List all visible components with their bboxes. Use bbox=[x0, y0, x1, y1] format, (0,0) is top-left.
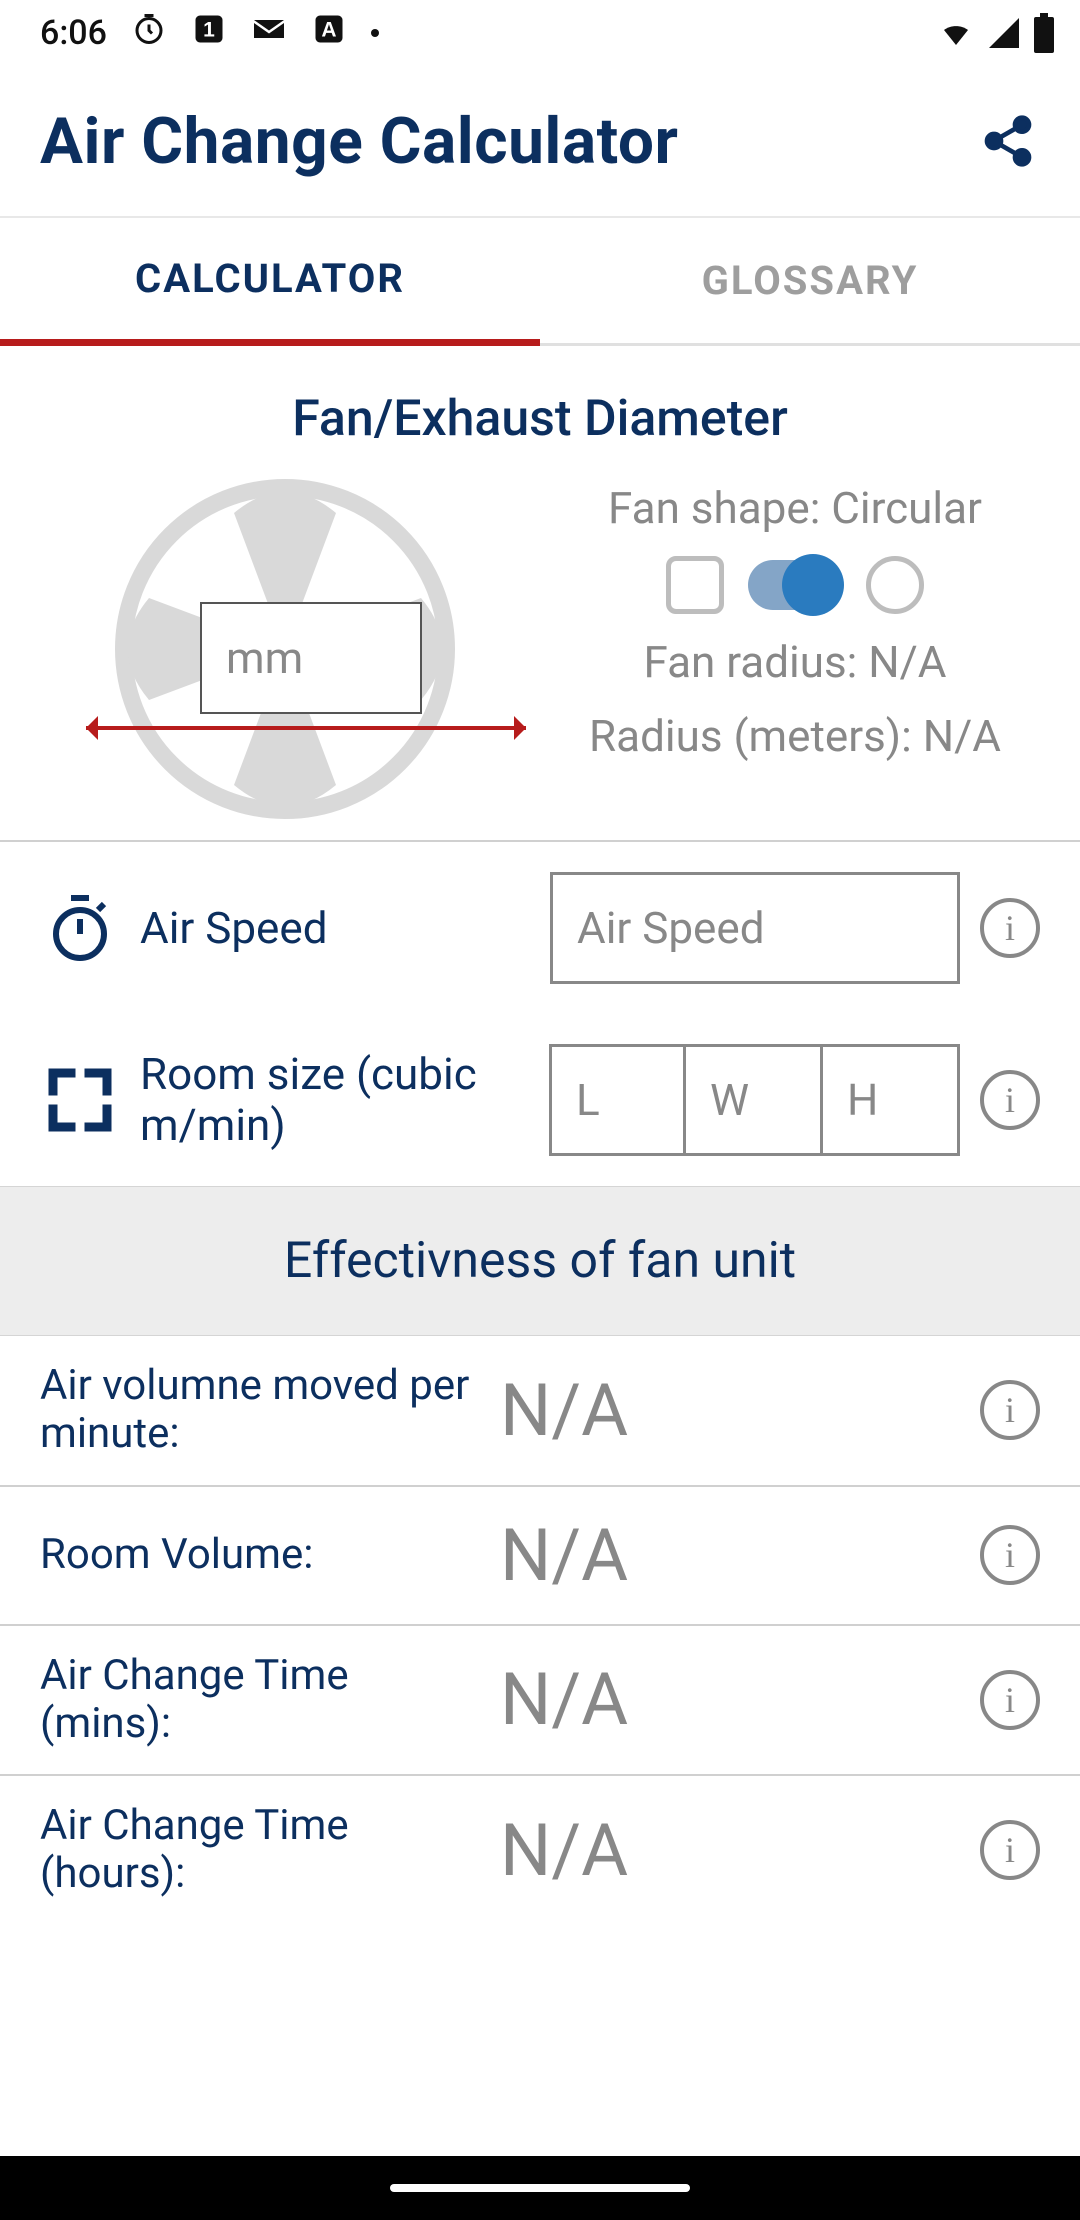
app2-icon: A bbox=[311, 11, 347, 56]
placeholder-L: L bbox=[576, 1074, 600, 1126]
share-button[interactable] bbox=[976, 109, 1040, 173]
room-size-inputs: L W H bbox=[549, 1044, 960, 1156]
change-mins-info-button[interactable]: i bbox=[980, 1670, 1040, 1730]
air-volume-info-button[interactable]: i bbox=[980, 1380, 1040, 1440]
result-value: N/A bbox=[500, 1513, 960, 1598]
fan-shape-switch[interactable] bbox=[748, 560, 842, 610]
mail-icon bbox=[251, 11, 287, 56]
room-height-input[interactable]: H bbox=[823, 1044, 960, 1156]
air-speed-placeholder: Air Speed bbox=[577, 902, 765, 954]
status-time: 6:06 bbox=[40, 13, 107, 53]
result-air-volume: Air volumne moved per minute: N/A i bbox=[0, 1336, 1080, 1487]
result-label: Air Change Time (hours): bbox=[40, 1802, 480, 1899]
results-section-title: Effectivness of fan unit bbox=[0, 1186, 1080, 1336]
page-title: Air Change Calculator bbox=[40, 104, 678, 179]
result-label: Air volumne moved per minute: bbox=[40, 1362, 480, 1459]
result-value: N/A bbox=[500, 1657, 960, 1742]
fan-radius-label: Fan radius: N/A bbox=[643, 636, 946, 688]
status-right bbox=[936, 13, 1056, 53]
result-label: Air Change Time (mins): bbox=[40, 1652, 480, 1749]
app-bar: Air Change Calculator bbox=[0, 66, 1080, 218]
fan-radius-meters-label: Radius (meters): N/A bbox=[589, 710, 1001, 762]
circle-shape-icon[interactable] bbox=[866, 556, 924, 614]
signal-icon bbox=[986, 15, 1022, 51]
status-bar: 6:06 1 A bbox=[0, 0, 1080, 66]
tab-bar: CALCULATOR GLOSSARY bbox=[0, 218, 1080, 346]
result-room-volume: Room Volume: N/A i bbox=[0, 1487, 1080, 1626]
status-left: 6:06 1 A bbox=[40, 11, 379, 56]
info-icon: i bbox=[1005, 907, 1015, 949]
air-speed-row: Air Speed Air Speed i bbox=[0, 842, 1080, 1014]
info-icon: i bbox=[1005, 1534, 1015, 1576]
placeholder-W: W bbox=[710, 1074, 749, 1126]
clock-icon bbox=[131, 11, 167, 56]
dot-icon bbox=[371, 29, 379, 37]
fan-shape-toggle-row bbox=[666, 556, 924, 614]
result-label: Room Volume: bbox=[40, 1531, 480, 1579]
wifi-icon bbox=[936, 15, 976, 51]
stopwatch-icon bbox=[40, 888, 120, 968]
room-size-info-button[interactable]: i bbox=[980, 1070, 1040, 1130]
app1-icon: 1 bbox=[191, 11, 227, 56]
system-nav-bar[interactable] bbox=[0, 2156, 1080, 2220]
air-speed-info-button[interactable]: i bbox=[980, 898, 1040, 958]
diameter-arrow-icon bbox=[86, 726, 526, 730]
room-volume-info-button[interactable]: i bbox=[980, 1525, 1040, 1585]
app-content: Air Change Calculator CALCULATOR GLOSSAR… bbox=[0, 66, 1080, 2156]
info-icon: i bbox=[1005, 1679, 1015, 1721]
room-size-row: Room size (cubic m/min) L W H i bbox=[0, 1014, 1080, 1186]
diameter-input[interactable]: mm bbox=[200, 602, 422, 714]
section-title-fan: Fan/Exhaust Diameter bbox=[0, 346, 1080, 482]
battery-icon bbox=[1032, 13, 1056, 53]
result-change-mins: Air Change Time (mins): N/A i bbox=[0, 1626, 1080, 1777]
tab-calculator[interactable]: CALCULATOR bbox=[0, 218, 540, 346]
fan-shape-panel: Fan shape: Circular Fan radius: N/A Radi… bbox=[530, 482, 1040, 816]
home-pill-icon[interactable] bbox=[390, 2184, 690, 2192]
expand-icon bbox=[40, 1060, 120, 1140]
change-hours-info-button[interactable]: i bbox=[980, 1820, 1040, 1880]
fan-shape-label: Fan shape: Circular bbox=[608, 482, 982, 534]
room-width-input[interactable]: W bbox=[686, 1044, 823, 1156]
tab-glossary[interactable]: GLOSSARY bbox=[540, 218, 1080, 343]
switch-thumb bbox=[782, 554, 844, 616]
fan-diameter-block: mm Fan shape: Circular Fan radius: N/A R… bbox=[0, 482, 1080, 842]
svg-text:A: A bbox=[321, 18, 336, 41]
result-change-hours: Air Change Time (hours): N/A i bbox=[0, 1776, 1080, 1925]
svg-text:1: 1 bbox=[203, 18, 215, 41]
result-value: N/A bbox=[500, 1808, 960, 1893]
diameter-placeholder: mm bbox=[226, 632, 303, 684]
info-icon: i bbox=[1005, 1079, 1015, 1121]
fan-diagram: mm bbox=[40, 482, 530, 816]
square-shape-icon[interactable] bbox=[666, 556, 724, 614]
air-speed-label: Air Speed bbox=[140, 903, 530, 954]
result-value: N/A bbox=[500, 1368, 960, 1453]
room-size-label: Room size (cubic m/min) bbox=[140, 1049, 529, 1150]
room-length-input[interactable]: L bbox=[549, 1044, 686, 1156]
info-icon: i bbox=[1005, 1829, 1015, 1871]
info-icon: i bbox=[1005, 1389, 1015, 1431]
placeholder-H: H bbox=[847, 1074, 878, 1126]
air-speed-input[interactable]: Air Speed bbox=[550, 872, 960, 984]
